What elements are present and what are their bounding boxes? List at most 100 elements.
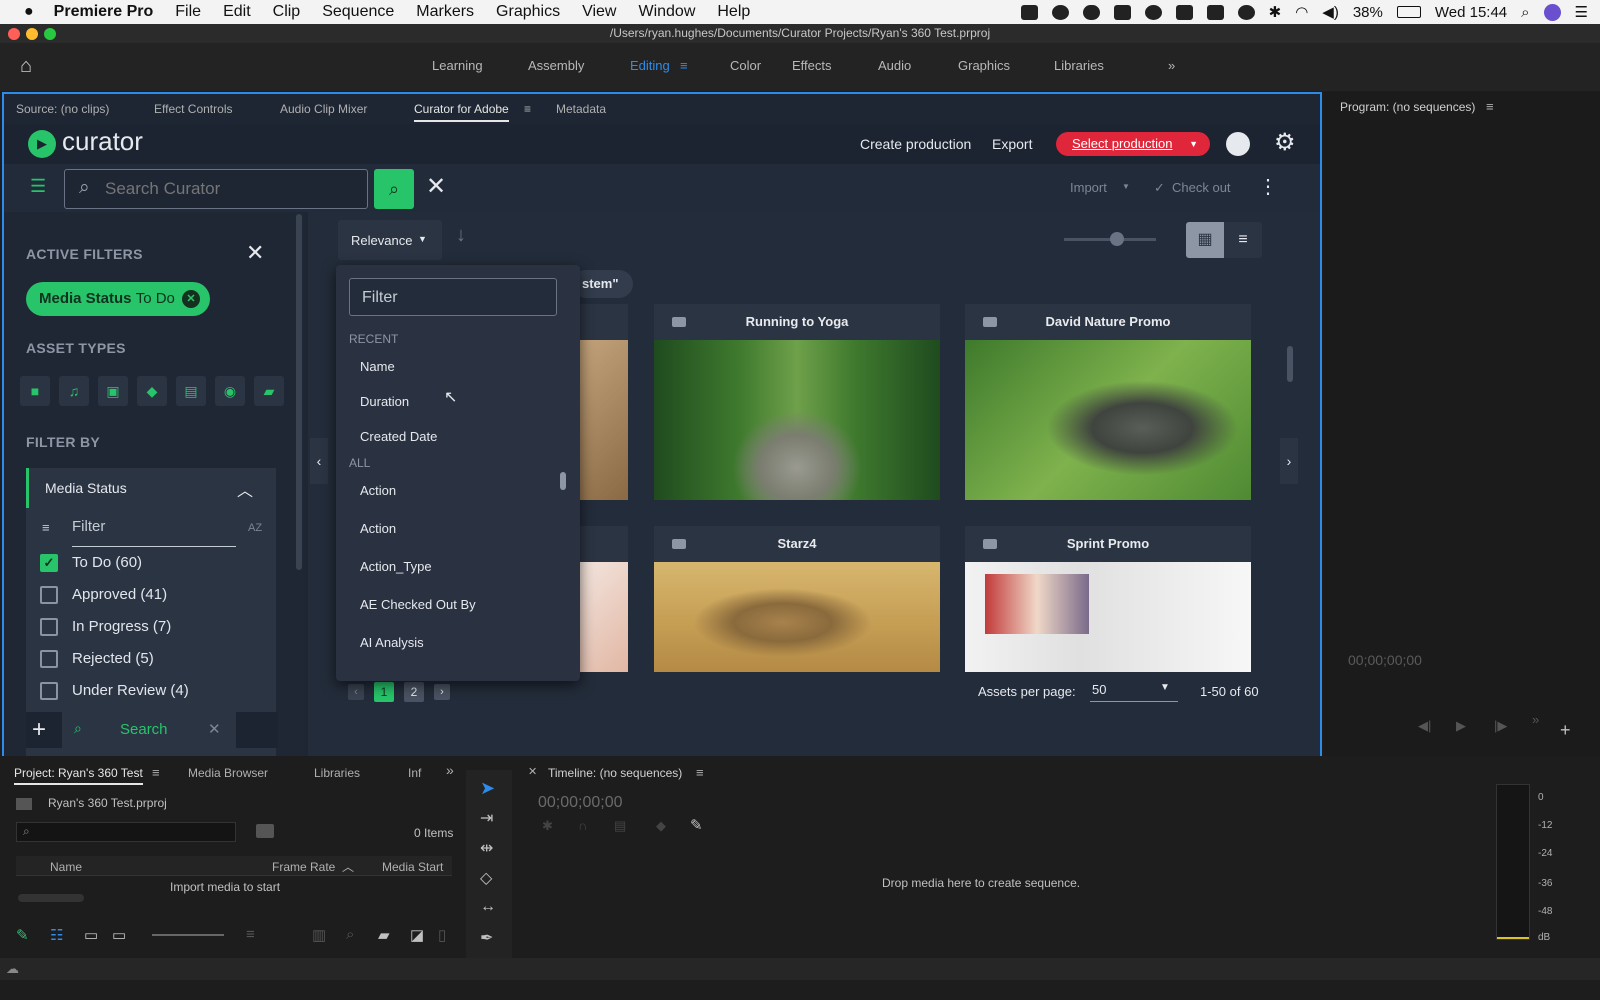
notes-icon[interactable] <box>1175 4 1193 20</box>
workspace-editing[interactable]: Editing <box>630 58 670 73</box>
add-marker-icon[interactable]: ▤ <box>614 818 626 834</box>
menu-markers[interactable]: Markers <box>416 3 474 21</box>
tab-audio-clip-mixer[interactable]: Audio Clip Mixer <box>280 102 367 116</box>
spotlight-icon[interactable]: ⌕ <box>1521 4 1529 21</box>
notification-center-icon[interactable]: ☰ <box>1575 3 1588 21</box>
camera-icon[interactable] <box>1020 4 1038 20</box>
status-filter-input[interactable]: Filter <box>72 518 105 535</box>
check-out-button[interactable]: Check out <box>1172 180 1231 195</box>
select-production-button[interactable]: Select production ▼ <box>1056 132 1210 156</box>
sort-option-name[interactable]: Name <box>360 359 395 374</box>
asset-card[interactable]: David Nature Promo <box>965 304 1251 500</box>
battery-icon[interactable] <box>1396 6 1421 18</box>
add-button-icon[interactable]: + <box>1560 720 1571 741</box>
circle-icon[interactable] <box>1051 4 1069 20</box>
tab-info[interactable]: Inf <box>408 766 421 780</box>
time-machine-icon[interactable] <box>1237 4 1255 20</box>
workspace-color[interactable]: Color <box>730 58 761 73</box>
vr-type-icon[interactable]: ◉ <box>215 376 245 406</box>
workspace-menu-icon[interactable]: ≡ <box>680 58 688 73</box>
project-search-field[interactable]: ⌕ <box>16 822 236 842</box>
page-2-button[interactable]: 2 <box>404 682 424 702</box>
more-workspaces-icon[interactable]: » <box>1168 58 1175 73</box>
create-production-button[interactable]: Create production <box>860 136 971 152</box>
more-tabs-icon[interactable]: » <box>446 762 454 778</box>
list-view-toggle-icon[interactable]: ☷ <box>50 926 63 944</box>
sort-alpha-icon[interactable]: AZ <box>248 522 262 534</box>
menu-file[interactable]: File <box>175 3 201 21</box>
slider-handle[interactable] <box>1110 232 1124 246</box>
folder-type-icon[interactable]: ▰ <box>254 376 284 406</box>
next-page-button[interactable]: › <box>434 684 450 700</box>
media-status-group-header[interactable]: Media Status ︿ <box>26 468 276 508</box>
menu-edit[interactable]: Edit <box>223 3 251 21</box>
sequence-type-icon[interactable]: ▤ <box>176 376 206 406</box>
search-input[interactable] <box>105 178 355 200</box>
new-folder-icon[interactable]: ▰ <box>378 926 390 944</box>
bookmark-type-icon[interactable]: ◆ <box>137 376 167 406</box>
menu-view[interactable]: View <box>582 3 616 21</box>
main-scrollbar[interactable] <box>1287 346 1293 382</box>
close-window-button[interactable] <box>8 28 20 40</box>
apple-icon[interactable]: ● <box>24 3 34 21</box>
marker-icon[interactable]: ◆ <box>656 818 666 834</box>
collapse-right-icon[interactable]: › <box>1280 438 1298 484</box>
project-menu-icon[interactable]: ≡ <box>152 765 160 780</box>
search-filters-button[interactable]: ⌕ Search ✕ <box>62 712 236 748</box>
column-name[interactable]: Name <box>50 860 82 874</box>
filter-toggle-icon[interactable]: ☰ <box>30 176 46 197</box>
checkbox-approved[interactable] <box>40 586 58 604</box>
menu-window[interactable]: Window <box>638 3 695 21</box>
creative-cloud-status-icon[interactable]: ☁ <box>6 961 19 977</box>
sort-option-action-type[interactable]: Action_Type <box>360 559 432 574</box>
tab-effect-controls[interactable]: Effect Controls <box>154 102 232 116</box>
sort-dropdown-button[interactable]: Relevance ▼ <box>338 220 442 260</box>
pencil-icon[interactable]: ✎ <box>16 926 29 944</box>
sidebar-scrollbar[interactable] <box>296 214 302 570</box>
slip-tool-icon[interactable]: ↔ <box>480 898 496 916</box>
list-view-icon[interactable]: ≡ <box>1224 222 1262 258</box>
tab-curator[interactable]: Curator for Adobe <box>414 102 509 122</box>
grid-view-icon[interactable]: ▦ <box>1186 222 1224 258</box>
column-frame-rate[interactable]: Frame Rate <box>272 860 335 874</box>
find-icon[interactable]: ⌕ <box>346 926 354 943</box>
column-media-start[interactable]: Media Start <box>382 860 443 874</box>
s-icon[interactable] <box>1206 4 1224 20</box>
dropdown-scrollbar[interactable] <box>560 472 566 490</box>
sort-option-duration[interactable]: Duration <box>360 394 409 409</box>
checkbox-rejected[interactable] <box>40 650 58 668</box>
step-forward-icon[interactable]: |▶ <box>1494 718 1507 734</box>
cloud-icon[interactable] <box>1082 4 1100 20</box>
chevron-up-icon[interactable]: ︿ <box>237 477 253 501</box>
link-icon[interactable]: ∩ <box>578 818 587 833</box>
menu-help[interactable]: Help <box>717 3 750 21</box>
tab-libraries[interactable]: Libraries <box>314 766 360 780</box>
pen-tool-icon[interactable]: ✒ <box>480 928 493 948</box>
workspace-libraries[interactable]: Libraries <box>1054 58 1104 73</box>
icon-view-toggle-icon[interactable]: ▭ <box>84 926 98 944</box>
tab-metadata[interactable]: Metadata <box>556 102 606 116</box>
per-page-select[interactable]: 50 ▼ <box>1090 674 1178 702</box>
program-menu-icon[interactable]: ≡ <box>1486 99 1494 114</box>
more-options-icon[interactable]: ⋮ <box>1258 174 1278 199</box>
audio-type-icon[interactable]: ♫ <box>59 376 89 406</box>
home-icon[interactable]: ⌂ <box>20 55 32 78</box>
trash-icon[interactable]: ▯ <box>438 926 446 944</box>
collapse-left-icon[interactable]: ‹ <box>310 438 328 484</box>
tab-media-browser[interactable]: Media Browser <box>188 766 268 780</box>
play-icon[interactable]: ▶ <box>1456 718 1466 734</box>
sort-option-created-date[interactable]: Created Date <box>360 429 437 444</box>
sort-icons-icon[interactable]: ≡ <box>246 926 255 943</box>
image-type-icon[interactable]: ▣ <box>98 376 128 406</box>
active-filter-chip[interactable]: Media Status To Do ✕ <box>26 282 210 316</box>
timeline-timecode[interactable]: 00;00;00;00 <box>538 794 623 812</box>
freeform-view-icon[interactable]: ▭ <box>112 926 126 944</box>
automate-icon[interactable]: ▥ <box>312 926 326 944</box>
sort-option-action-2[interactable]: Action <box>360 521 396 536</box>
workspace-audio[interactable]: Audio <box>878 58 911 73</box>
ripple-edit-tool-icon[interactable]: ⇹ <box>480 838 493 858</box>
settings-gear-icon[interactable]: ⚙ <box>1274 128 1296 157</box>
new-item-icon[interactable]: ◪ <box>410 926 424 944</box>
track-select-tool-icon[interactable]: ⇥ <box>480 808 493 828</box>
timeline-title[interactable]: Timeline: (no sequences) <box>548 766 682 780</box>
